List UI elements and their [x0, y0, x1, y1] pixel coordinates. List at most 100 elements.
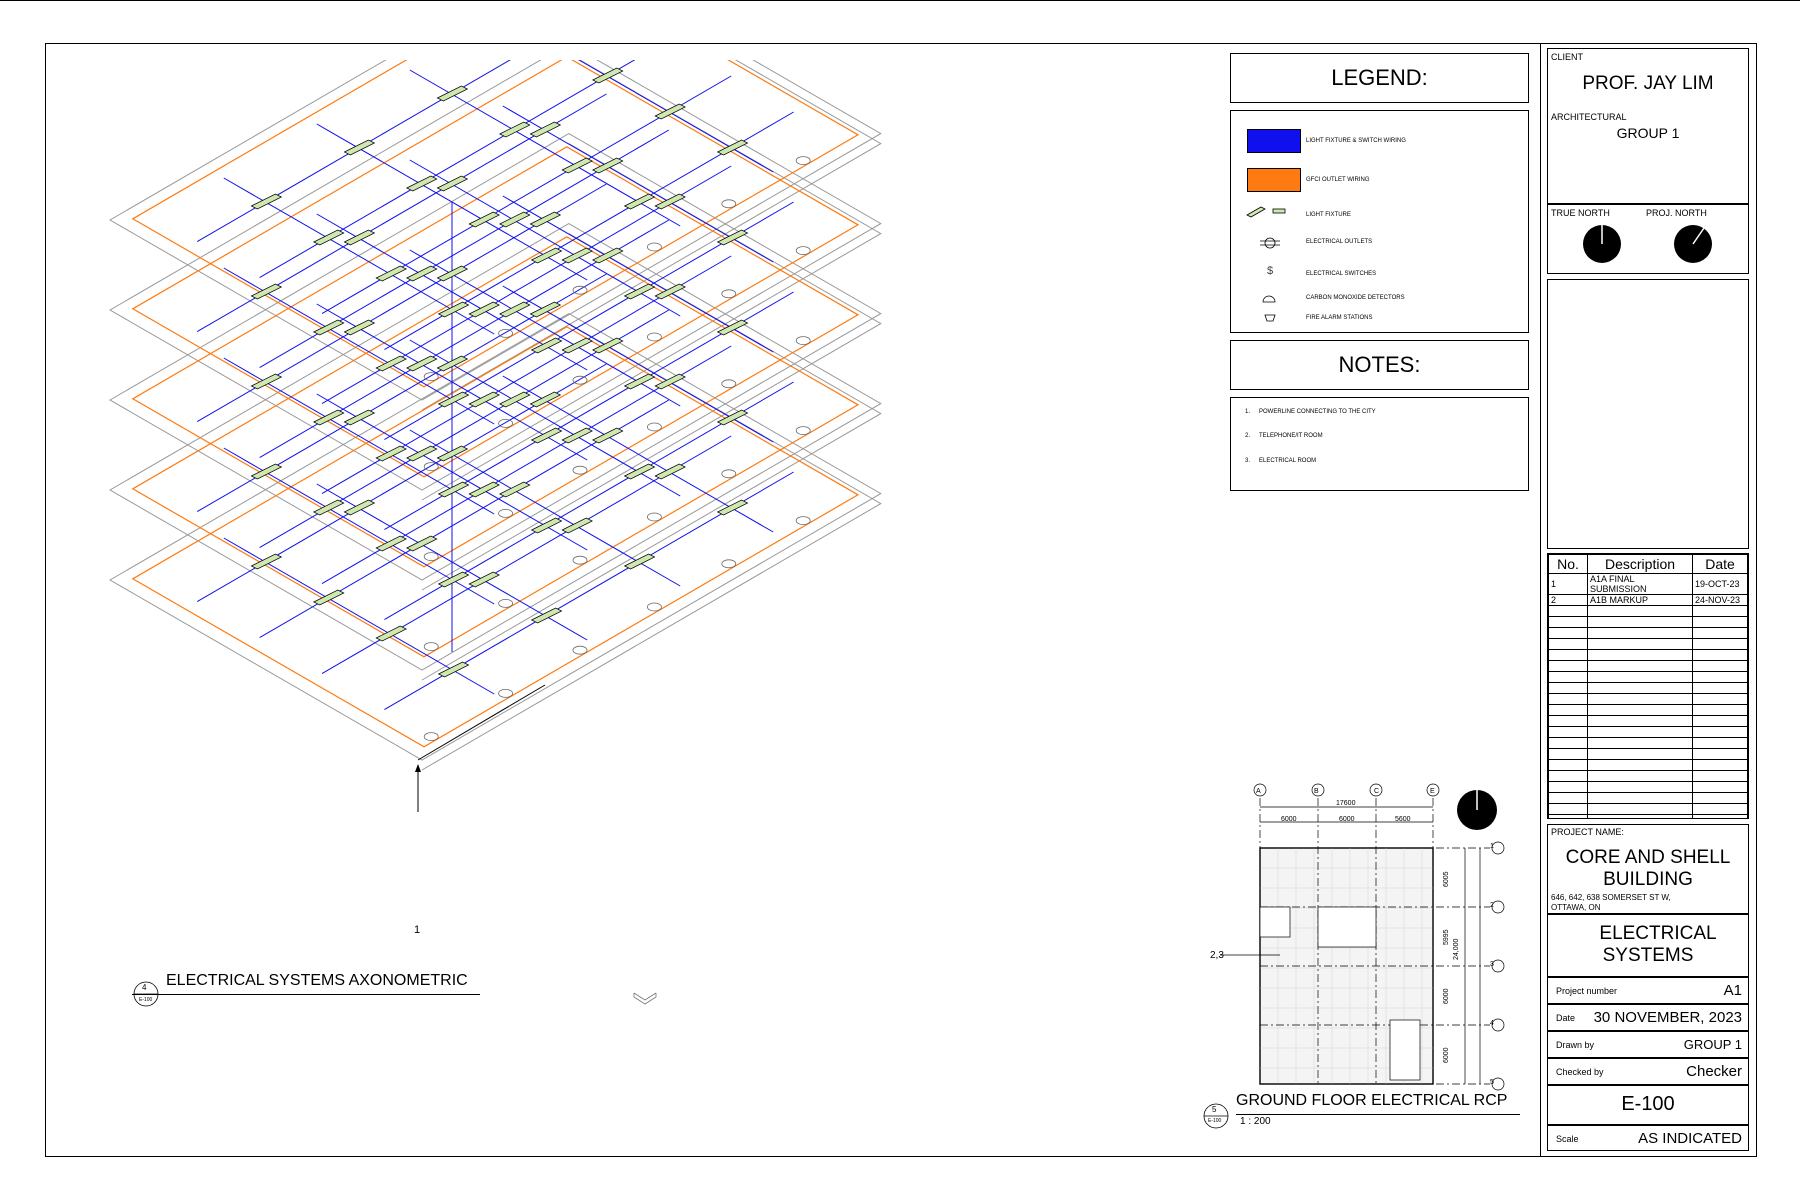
rcp-row-3: 3	[1490, 961, 1494, 968]
outlet-symbol	[572, 465, 588, 475]
table-cell-empty	[1692, 726, 1748, 738]
address-line2: OTTAWA, ON	[1551, 903, 1601, 912]
table-cell-empty	[1692, 704, 1748, 716]
rcp-col-dim-2: 6000	[1339, 816, 1355, 823]
orange-swatch	[1247, 168, 1301, 192]
table-cell-empty	[1692, 803, 1748, 815]
table-row-empty	[1548, 693, 1748, 705]
architectural-name: GROUP 1	[1616, 125, 1680, 141]
outlet-symbol	[647, 422, 662, 432]
core-room	[1317, 906, 1377, 948]
scale-value: AS INDICATED	[1638, 1130, 1742, 1147]
rcp-row-dim-3: 6000	[1443, 988, 1450, 1004]
outlet-symbol	[721, 379, 737, 389]
table-cell-empty	[1548, 748, 1588, 760]
project-name-box: PROJECT NAME: CORE AND SHELL BUILDING 64…	[1547, 824, 1749, 914]
table-row-empty	[1548, 704, 1748, 716]
client-name: PROF. JAY LIM	[1582, 73, 1714, 94]
outlet-symbol	[423, 552, 439, 562]
outlet-symbol	[795, 426, 811, 436]
table-row-empty	[1548, 682, 1748, 694]
table-cell-empty	[1548, 704, 1588, 716]
note-text: ELECTRICAL ROOM	[1259, 458, 1317, 464]
table-cell-empty	[1692, 693, 1748, 705]
rev-description: A1B MARKUP	[1587, 594, 1693, 606]
rcp-col-dim-1: 6000	[1281, 816, 1297, 823]
axonometric-drawing	[109, 60, 882, 812]
table-cell-empty	[1587, 792, 1693, 804]
table-cell-empty	[1587, 693, 1693, 705]
table-row-empty	[1548, 638, 1748, 650]
date-box: Date 30 NOVEMBER, 2023	[1547, 1004, 1749, 1031]
floor-slab	[109, 60, 882, 491]
client-box: CLIENT PROF. JAY LIM ARCHITECTURAL GROUP…	[1547, 48, 1749, 204]
outlet-symbol	[721, 199, 737, 209]
top-edge-rule	[0, 0, 1800, 1]
lighting-wiring-line	[196, 60, 511, 243]
north-box: TRUE NORTH PROJ. NORTH	[1547, 204, 1749, 274]
rcp-row-dim-4: 6000	[1443, 1047, 1450, 1063]
axo-view-title: ELECTRICAL SYSTEMS AXONOMETRIC	[166, 972, 468, 989]
table-cell-empty	[1548, 638, 1588, 650]
light-fixture-icon	[1246, 206, 1286, 218]
true-north-label: TRUE NORTH	[1551, 208, 1610, 218]
table-row-empty	[1548, 792, 1748, 804]
date-value: 30 NOVEMBER, 2023	[1593, 1009, 1742, 1026]
legend-label-switches: ELECTRICAL SWITCHES	[1306, 271, 1377, 277]
drawn-by-box: Drawn by GROUP 1	[1547, 1031, 1749, 1058]
table-row: 1 A1A FINAL SUBMISSION 19-OCT-23	[1548, 573, 1748, 595]
note-number: 2.	[1245, 433, 1251, 439]
rcp-row-5: 5	[1490, 1079, 1494, 1086]
table-row-empty	[1548, 770, 1748, 782]
blank-stamp-box	[1547, 279, 1749, 549]
table-cell-empty	[1692, 649, 1748, 661]
rev-date: 24-NOV-23	[1692, 594, 1748, 606]
table-cell-empty	[1587, 803, 1693, 815]
rev-header-description: Description	[1587, 554, 1693, 574]
rcp-col-E: E	[1430, 788, 1435, 795]
floor-slab-edge	[421, 60, 882, 501]
table-cell-empty	[1548, 803, 1588, 815]
client-label: CLIENT	[1551, 52, 1584, 62]
outlet-symbol	[795, 336, 811, 346]
project-number-box: Project number A1	[1547, 977, 1749, 1004]
elevation-marker-icon	[633, 992, 657, 1005]
table-cell-empty	[1692, 605, 1748, 617]
note-number: 1.	[1245, 409, 1251, 415]
rcp-overall-width: 17600	[1336, 800, 1356, 807]
table-row-empty	[1548, 616, 1748, 628]
table-cell-empty	[1548, 682, 1588, 694]
table-cell-empty	[1692, 715, 1748, 727]
legend-title-box: LEGEND:	[1230, 53, 1529, 103]
revision-table-box: No. Description Date 1 A1A FINAL SUBMISS…	[1547, 553, 1749, 819]
table-cell-empty	[1548, 759, 1588, 771]
table-cell-empty	[1587, 814, 1693, 818]
table-cell-empty	[1548, 660, 1588, 672]
table-cell-empty	[1587, 704, 1693, 716]
table-cell-empty	[1548, 737, 1588, 749]
table-cell-empty	[1587, 759, 1693, 771]
legend-title: LEGEND:	[1331, 65, 1428, 90]
rcp-col-A: A	[1256, 788, 1261, 795]
axo-view-title-underline	[132, 994, 480, 995]
outlet-symbol	[795, 246, 811, 256]
rcp-row-2: 2	[1490, 902, 1494, 909]
scale-label: Scale	[1556, 1134, 1579, 1144]
table-cell-empty	[1692, 638, 1748, 650]
outlet-symbol	[647, 332, 662, 342]
outlet-symbol	[423, 462, 439, 472]
sheet-title-box: ELECTRICAL SYSTEMS	[1547, 914, 1749, 977]
lighting-wiring-line	[578, 60, 774, 173]
table-cell-empty	[1587, 660, 1693, 672]
legend-label-wiring-blue: LIGHT FIXTURE & SWITCH WIRING	[1306, 138, 1406, 144]
axo-callout-number: 1	[414, 924, 421, 936]
table-cell-empty	[1548, 649, 1588, 661]
outlet-symbol	[572, 555, 588, 565]
outlet-symbol	[423, 642, 439, 651]
table-row-empty	[1548, 748, 1748, 760]
table-row-empty	[1548, 660, 1748, 672]
table-cell-empty	[1548, 605, 1588, 617]
table-cell-empty	[1548, 715, 1588, 727]
table-cell-empty	[1692, 814, 1748, 818]
architectural-label: ARCHITECTURAL	[1551, 112, 1627, 122]
